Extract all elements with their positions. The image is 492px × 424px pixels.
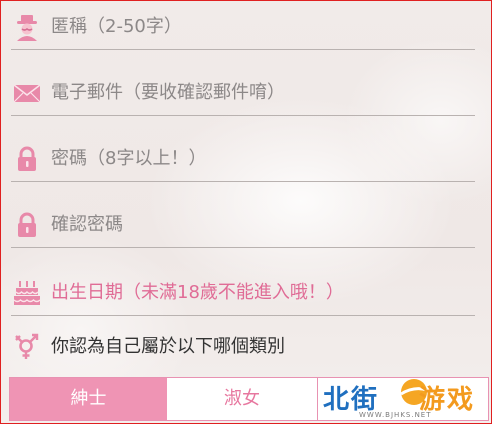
- lock-icon: [13, 145, 41, 173]
- registration-form: 出生日期（未滿18歲不能進入哦！） 你認為自己屬於以下哪個類別 紳士 淑女 北街…: [0, 0, 492, 424]
- confirm-password-row: [11, 203, 475, 248]
- birthdate-label: 出生日期（未滿18歲不能進入哦！）: [51, 282, 344, 303]
- gender-question-row: 你認為自己屬於以下哪個類別: [11, 329, 475, 365]
- password-row: [11, 137, 475, 182]
- email-input[interactable]: [51, 79, 475, 107]
- password-input[interactable]: [51, 145, 475, 173]
- gender-icon: [13, 332, 41, 360]
- gender-option-lady[interactable]: 淑女: [167, 378, 318, 420]
- person-hat-icon: [13, 13, 41, 41]
- lock-icon: [13, 211, 41, 239]
- envelope-icon: [13, 79, 41, 107]
- email-row: [11, 71, 475, 116]
- nickname-input[interactable]: [51, 13, 475, 41]
- watermark-logo: 北街 游戏 WWW.BJHKS.NET: [301, 373, 487, 423]
- watermark-url: WWW.BJHKS.NET: [359, 411, 432, 419]
- confirm-password-input[interactable]: [51, 211, 475, 239]
- birthdate-picker[interactable]: 出生日期（未滿18歲不能進入哦！）: [11, 271, 475, 316]
- cake-icon: [13, 279, 41, 307]
- gender-question: 你認為自己屬於以下哪個類別: [51, 336, 285, 357]
- gender-option-gentleman[interactable]: 紳士: [10, 378, 167, 420]
- nickname-row: [11, 5, 475, 50]
